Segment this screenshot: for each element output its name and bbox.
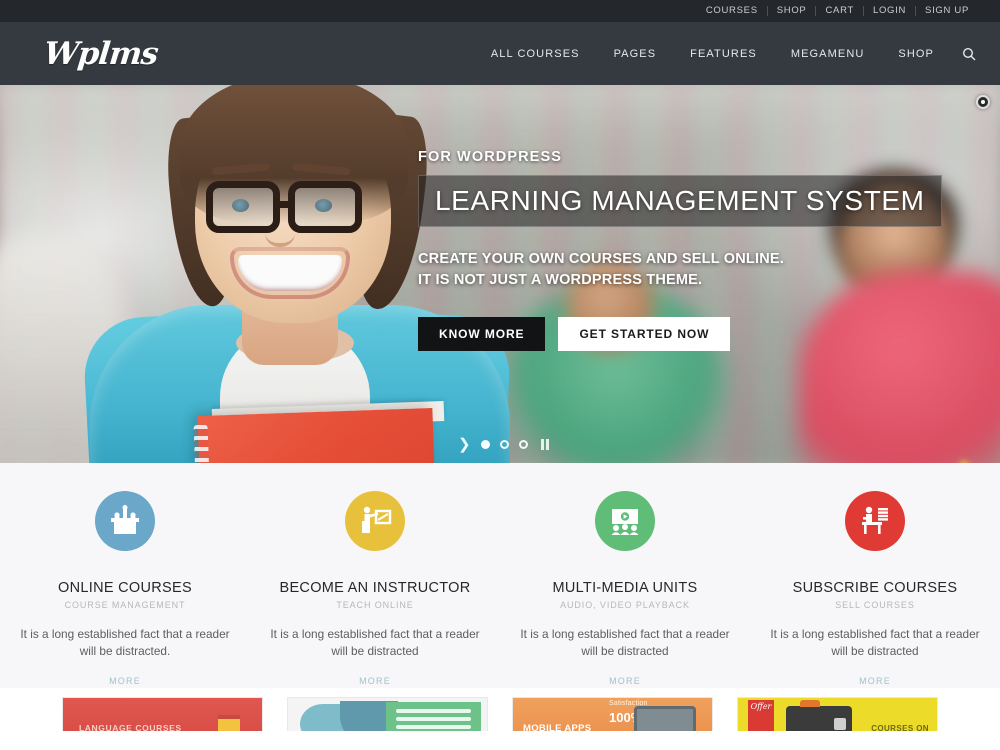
feature-more-link[interactable]: MORE — [109, 676, 141, 686]
hero-slider: FOR WORDPRESS LEARNING MANAGEMENT SYSTEM… — [0, 85, 1000, 463]
nav-item-all-courses[interactable]: ALL COURSES — [474, 48, 597, 60]
main-navigation: ALL COURSES PAGES FEATURES MEGAMENU SHOP — [474, 45, 978, 63]
know-more-button[interactable]: KNOW MORE — [418, 317, 546, 351]
hero-title: LEARNING MANAGEMENT SYSTEM — [435, 185, 925, 216]
slider-dot-3[interactable] — [518, 440, 528, 449]
feature-text: It is a long established fact that a rea… — [270, 627, 480, 658]
feature-more-link[interactable]: MORE — [859, 676, 891, 686]
course-card-thumbnail — [288, 698, 487, 731]
course-cards-strip: LANGUAGE COURSES MOBILE APPS Satisfactio… — [0, 688, 1000, 731]
feature-title: ONLINE COURSES — [58, 580, 192, 596]
feature-become-an-instructor: BECOME AN INSTRUCTOR TEACH ONLINE It is … — [250, 491, 500, 688]
course-card-thumbnail: MOBILE APPS Satisfaction 100% — [513, 698, 712, 731]
eyeglasses-right-lens — [288, 181, 362, 233]
course-card-thumbnail: LANGUAGE COURSES — [63, 698, 262, 731]
top-utility-links: COURSES SHOP CART LOGIN SIGN UP — [697, 0, 978, 22]
hero-subtitle-line-1: CREATE YOUR OWN COURSES AND SELL ONLINE. — [418, 251, 784, 267]
feature-text: It is a long established fact that a rea… — [520, 627, 730, 658]
search-icon[interactable] — [960, 45, 978, 63]
eyeglasses-bridge — [278, 201, 292, 208]
feature-subscribe-courses: SUBSCRIBE COURSES SELL COURSES It is a l… — [750, 491, 1000, 688]
course-card-label: LANGUAGE COURSES — [79, 723, 182, 731]
course-card-label: COURSES ON — [871, 724, 929, 731]
slider-dot-1[interactable] — [480, 440, 490, 449]
get-started-now-button[interactable]: GET STARTED NOW — [558, 317, 731, 351]
course-card[interactable] — [287, 697, 488, 731]
red-notebook — [197, 407, 438, 463]
topbar-link-courses[interactable]: COURSES — [697, 0, 767, 22]
course-card-label: MOBILE APPS — [523, 723, 592, 731]
nav-item-megamenu[interactable]: MEGAMENU — [774, 48, 882, 60]
site-header: Wplms ALL COURSES PAGES FEATURES MEGAMEN… — [0, 22, 1000, 85]
book-graphic — [218, 715, 240, 731]
feature-more-link[interactable]: MORE — [359, 676, 391, 686]
hero-title-box: LEARNING MANAGEMENT SYSTEM — [418, 175, 942, 227]
feature-title: SUBSCRIBE COURSES — [792, 580, 958, 596]
feature-icon-wrap — [766, 491, 984, 551]
feature-more-link[interactable]: MORE — [609, 676, 641, 686]
tablet-graphic — [634, 706, 696, 731]
offer-badge-label: Offer — [750, 702, 772, 711]
feature-icon-wrap — [16, 491, 234, 551]
slider-dot-2[interactable] — [499, 440, 509, 449]
camera-graphic — [786, 700, 852, 731]
slider-controls: ❯ — [458, 437, 549, 452]
feature-subtitle: SELL COURSES — [835, 600, 915, 610]
hero-caption: FOR WORDPRESS LEARNING MANAGEMENT SYSTEM… — [418, 149, 942, 351]
podium-icon — [95, 491, 155, 551]
top-utility-bar: COURSES SHOP CART LOGIN SIGN UP — [0, 0, 1000, 22]
hero-eyebrow: FOR WORDPRESS — [418, 149, 562, 165]
course-card-thumbnail: Offer COURSES ON — [738, 698, 937, 731]
instructor-whiteboard-icon — [345, 491, 405, 551]
text-lines-block — [386, 702, 481, 731]
feature-text: It is a long established fact that a rea… — [20, 627, 230, 658]
feature-icon-wrap — [266, 491, 484, 551]
feature-subtitle: TEACH ONLINE — [336, 600, 414, 610]
hero-subtitle-line-2: IT IS NOT JUST A WORDPRESS THEME. — [418, 272, 703, 288]
course-card[interactable]: Offer COURSES ON — [737, 697, 938, 731]
feature-title: MULTI-MEDIA UNITS — [552, 580, 698, 596]
offer-badge: Offer — [748, 700, 774, 731]
feature-text: It is a long established fact that a rea… — [770, 627, 980, 658]
nav-item-shop[interactable]: SHOP — [881, 48, 951, 60]
student-books-icon — [845, 491, 905, 551]
feature-title: BECOME AN INSTRUCTOR — [279, 580, 471, 596]
feature-subtitle: COURSE MANAGEMENT — [64, 600, 186, 610]
hero-subtitle: CREATE YOUR OWN COURSES AND SELL ONLINE.… — [418, 249, 888, 291]
nav-item-features[interactable]: FEATURES — [673, 48, 774, 60]
slider-next-arrow-icon[interactable]: ❯ — [458, 437, 471, 452]
slider-pause-icon[interactable] — [540, 439, 549, 450]
feature-online-courses: ONLINE COURSES COURSE MANAGEMENT It is a… — [0, 491, 250, 688]
hero-corner-control-icon[interactable] — [976, 95, 990, 109]
feature-subtitle: AUDIO, VIDEO PLAYBACK — [560, 600, 690, 610]
topbar-link-signup[interactable]: SIGN UP — [916, 0, 978, 22]
course-card[interactable]: LANGUAGE COURSES — [62, 697, 263, 731]
site-logo[interactable]: Wplms — [42, 36, 159, 72]
hero-cta-group: KNOW MORE GET STARTED NOW — [418, 317, 888, 351]
features-section: ONLINE COURSES COURSE MANAGEMENT It is a… — [0, 463, 1000, 688]
feature-multi-media-units: MULTI-MEDIA UNITS AUDIO, VIDEO PLAYBACK … — [500, 491, 750, 688]
topbar-link-shop[interactable]: SHOP — [768, 0, 816, 22]
feature-icon-wrap — [516, 491, 734, 551]
topbar-link-cart[interactable]: CART — [816, 0, 863, 22]
lips — [230, 247, 350, 299]
projector-audience-icon — [595, 491, 655, 551]
nav-item-pages[interactable]: PAGES — [597, 48, 674, 60]
course-card[interactable]: MOBILE APPS Satisfaction 100% — [512, 697, 713, 731]
topbar-link-login[interactable]: LOGIN — [864, 0, 915, 22]
